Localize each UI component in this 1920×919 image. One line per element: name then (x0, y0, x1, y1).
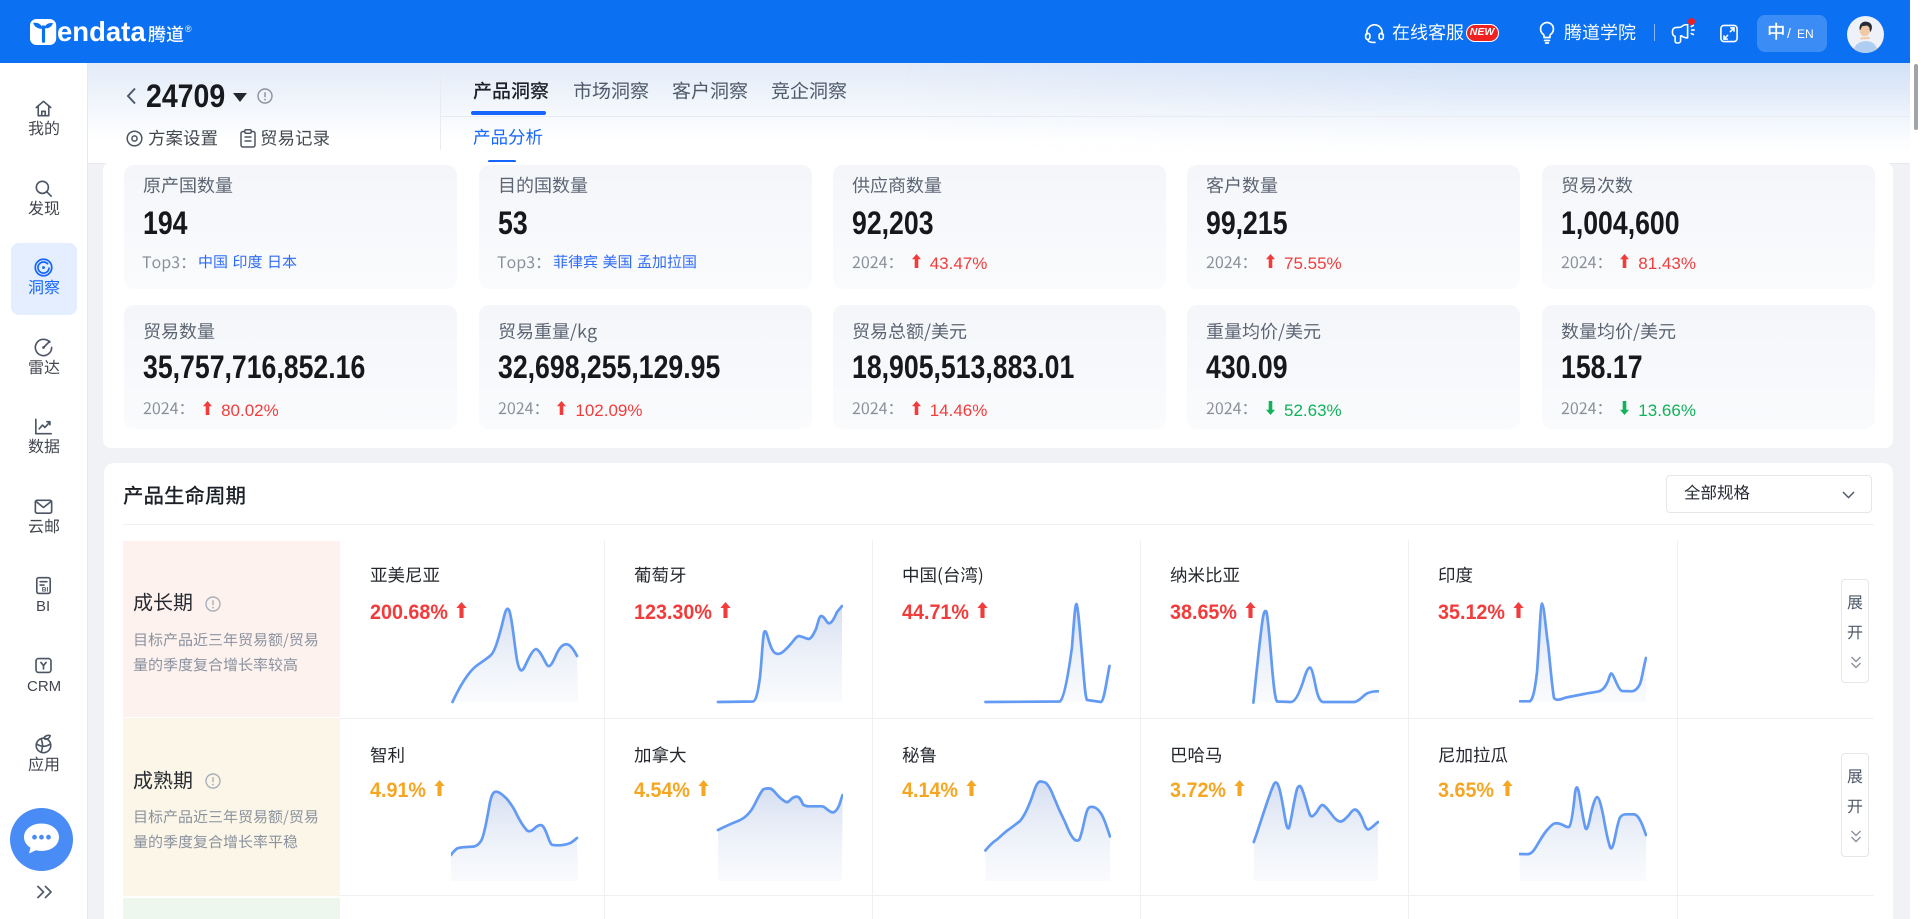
svg-text:BI: BI (42, 587, 49, 594)
